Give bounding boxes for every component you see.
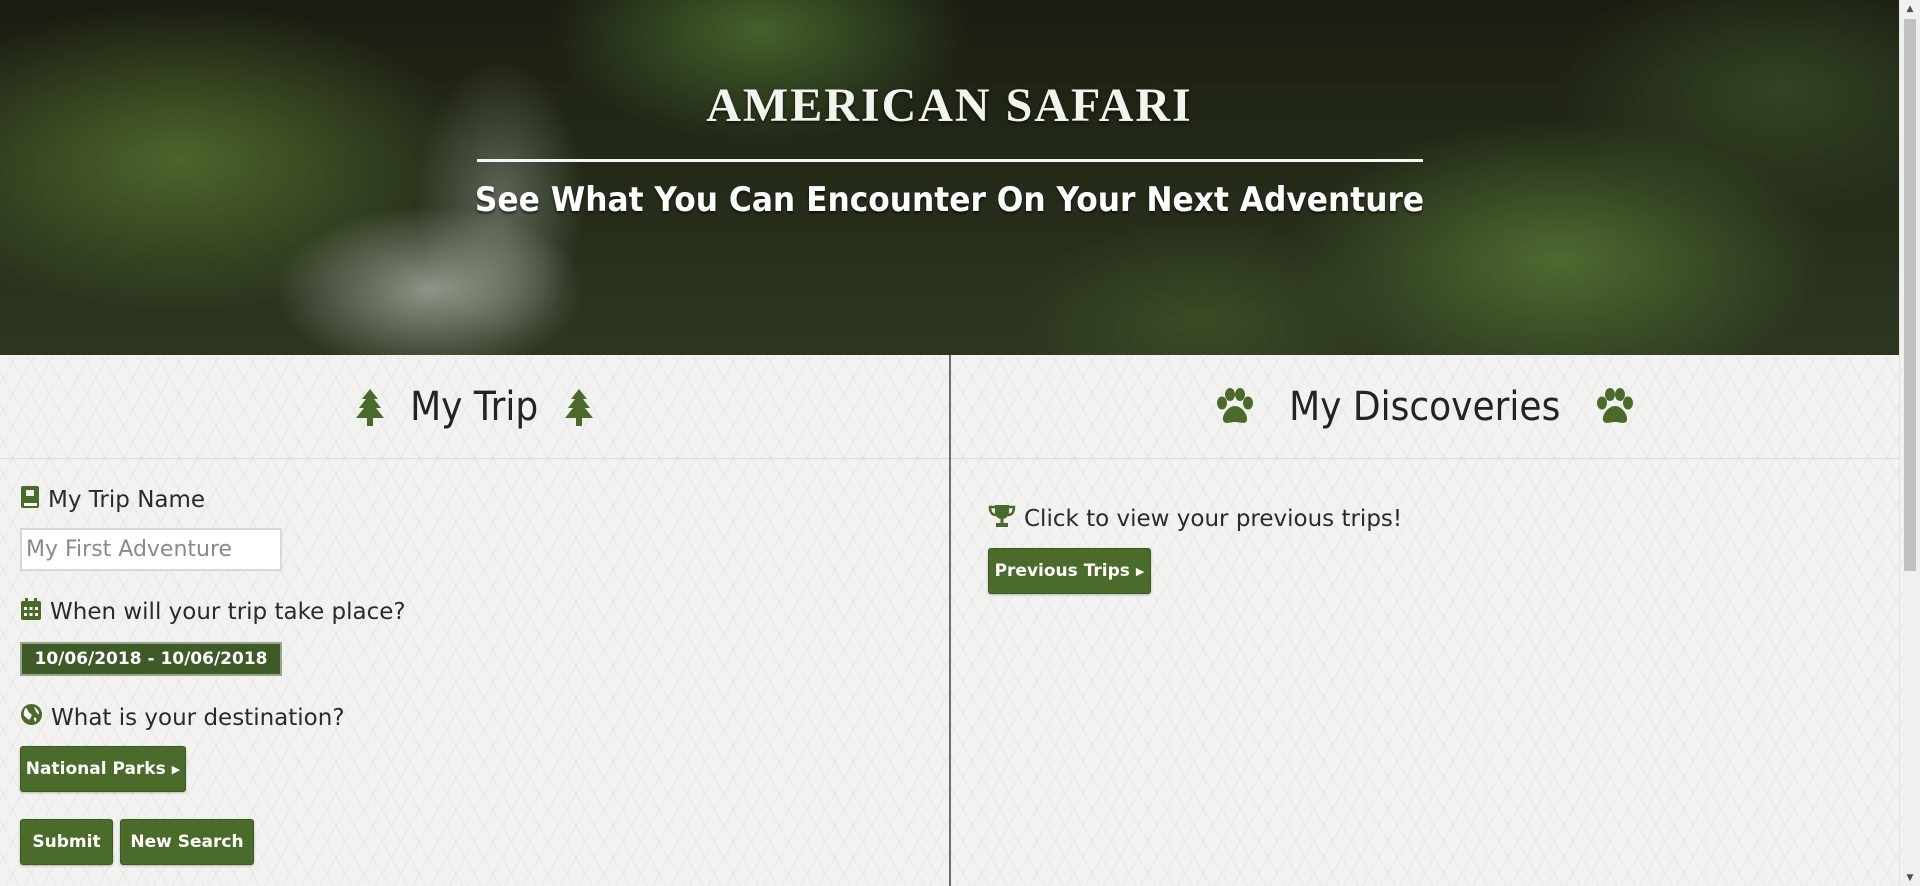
caret-right-icon: ▶: [1135, 564, 1145, 578]
caret-right-icon: ▶: [171, 762, 181, 776]
previous-trips-label: Previous Trips: [994, 561, 1130, 581]
national-parks-label: National Parks: [25, 759, 166, 779]
globe-icon: [20, 703, 43, 732]
trip-name-label-text: My Trip Name: [48, 487, 206, 513]
site-title: AMERICAN SAFARI: [706, 79, 1193, 132]
trip-dates-label: When will your trip take place?: [20, 597, 406, 627]
national-parks-dropdown[interactable]: National Parks ▶: [20, 746, 186, 792]
previous-trips-prompt: Click to view your previous trips!: [988, 504, 1402, 534]
new-search-button[interactable]: New Search: [120, 819, 254, 865]
scrollbar-thumb[interactable]: [1904, 19, 1916, 571]
paw-icon: [1214, 387, 1256, 426]
previous-trips-button[interactable]: Previous Trips ▶: [988, 548, 1151, 594]
trophy-icon: [988, 504, 1016, 534]
paw-icon: [1594, 387, 1636, 426]
journal-icon: [20, 485, 40, 515]
submit-button[interactable]: Submit: [20, 819, 113, 865]
tree-icon: [564, 387, 594, 427]
trip-name-label: My Trip Name: [20, 485, 205, 515]
my-discoveries-panel: My Discoveries: [951, 355, 1899, 886]
trip-dates-label-text: When will your trip take place?: [50, 599, 406, 625]
my-discoveries-title: My Discoveries: [1289, 383, 1561, 430]
hero-banner: AMERICAN SAFARI See What You Can Encount…: [0, 0, 1899, 355]
previous-trips-prompt-text: Click to view your previous trips!: [1024, 506, 1403, 532]
destination-label: What is your destination?: [20, 703, 345, 732]
date-range-picker[interactable]: 10/06/2018 - 10/06/2018: [20, 642, 282, 676]
hero-divider: [477, 159, 1423, 162]
page: AMERICAN SAFARI See What You Can Encount…: [0, 0, 1899, 886]
vertical-scrollbar[interactable]: ▲ ▼: [1899, 0, 1920, 886]
scroll-up-arrow-icon[interactable]: ▲: [1900, 0, 1920, 17]
destination-label-text: What is your destination?: [51, 704, 345, 731]
trip-name-input[interactable]: [20, 528, 282, 571]
my-trip-header: My Trip: [0, 355, 949, 459]
my-trip-title: My Trip: [410, 383, 539, 430]
my-discoveries-header: My Discoveries: [951, 355, 1899, 459]
calendar-icon: [20, 597, 42, 627]
tree-icon: [355, 387, 385, 427]
site-subtitle: See What You Can Encounter On Your Next …: [474, 180, 1425, 220]
scroll-down-arrow-icon[interactable]: ▼: [1900, 869, 1920, 886]
